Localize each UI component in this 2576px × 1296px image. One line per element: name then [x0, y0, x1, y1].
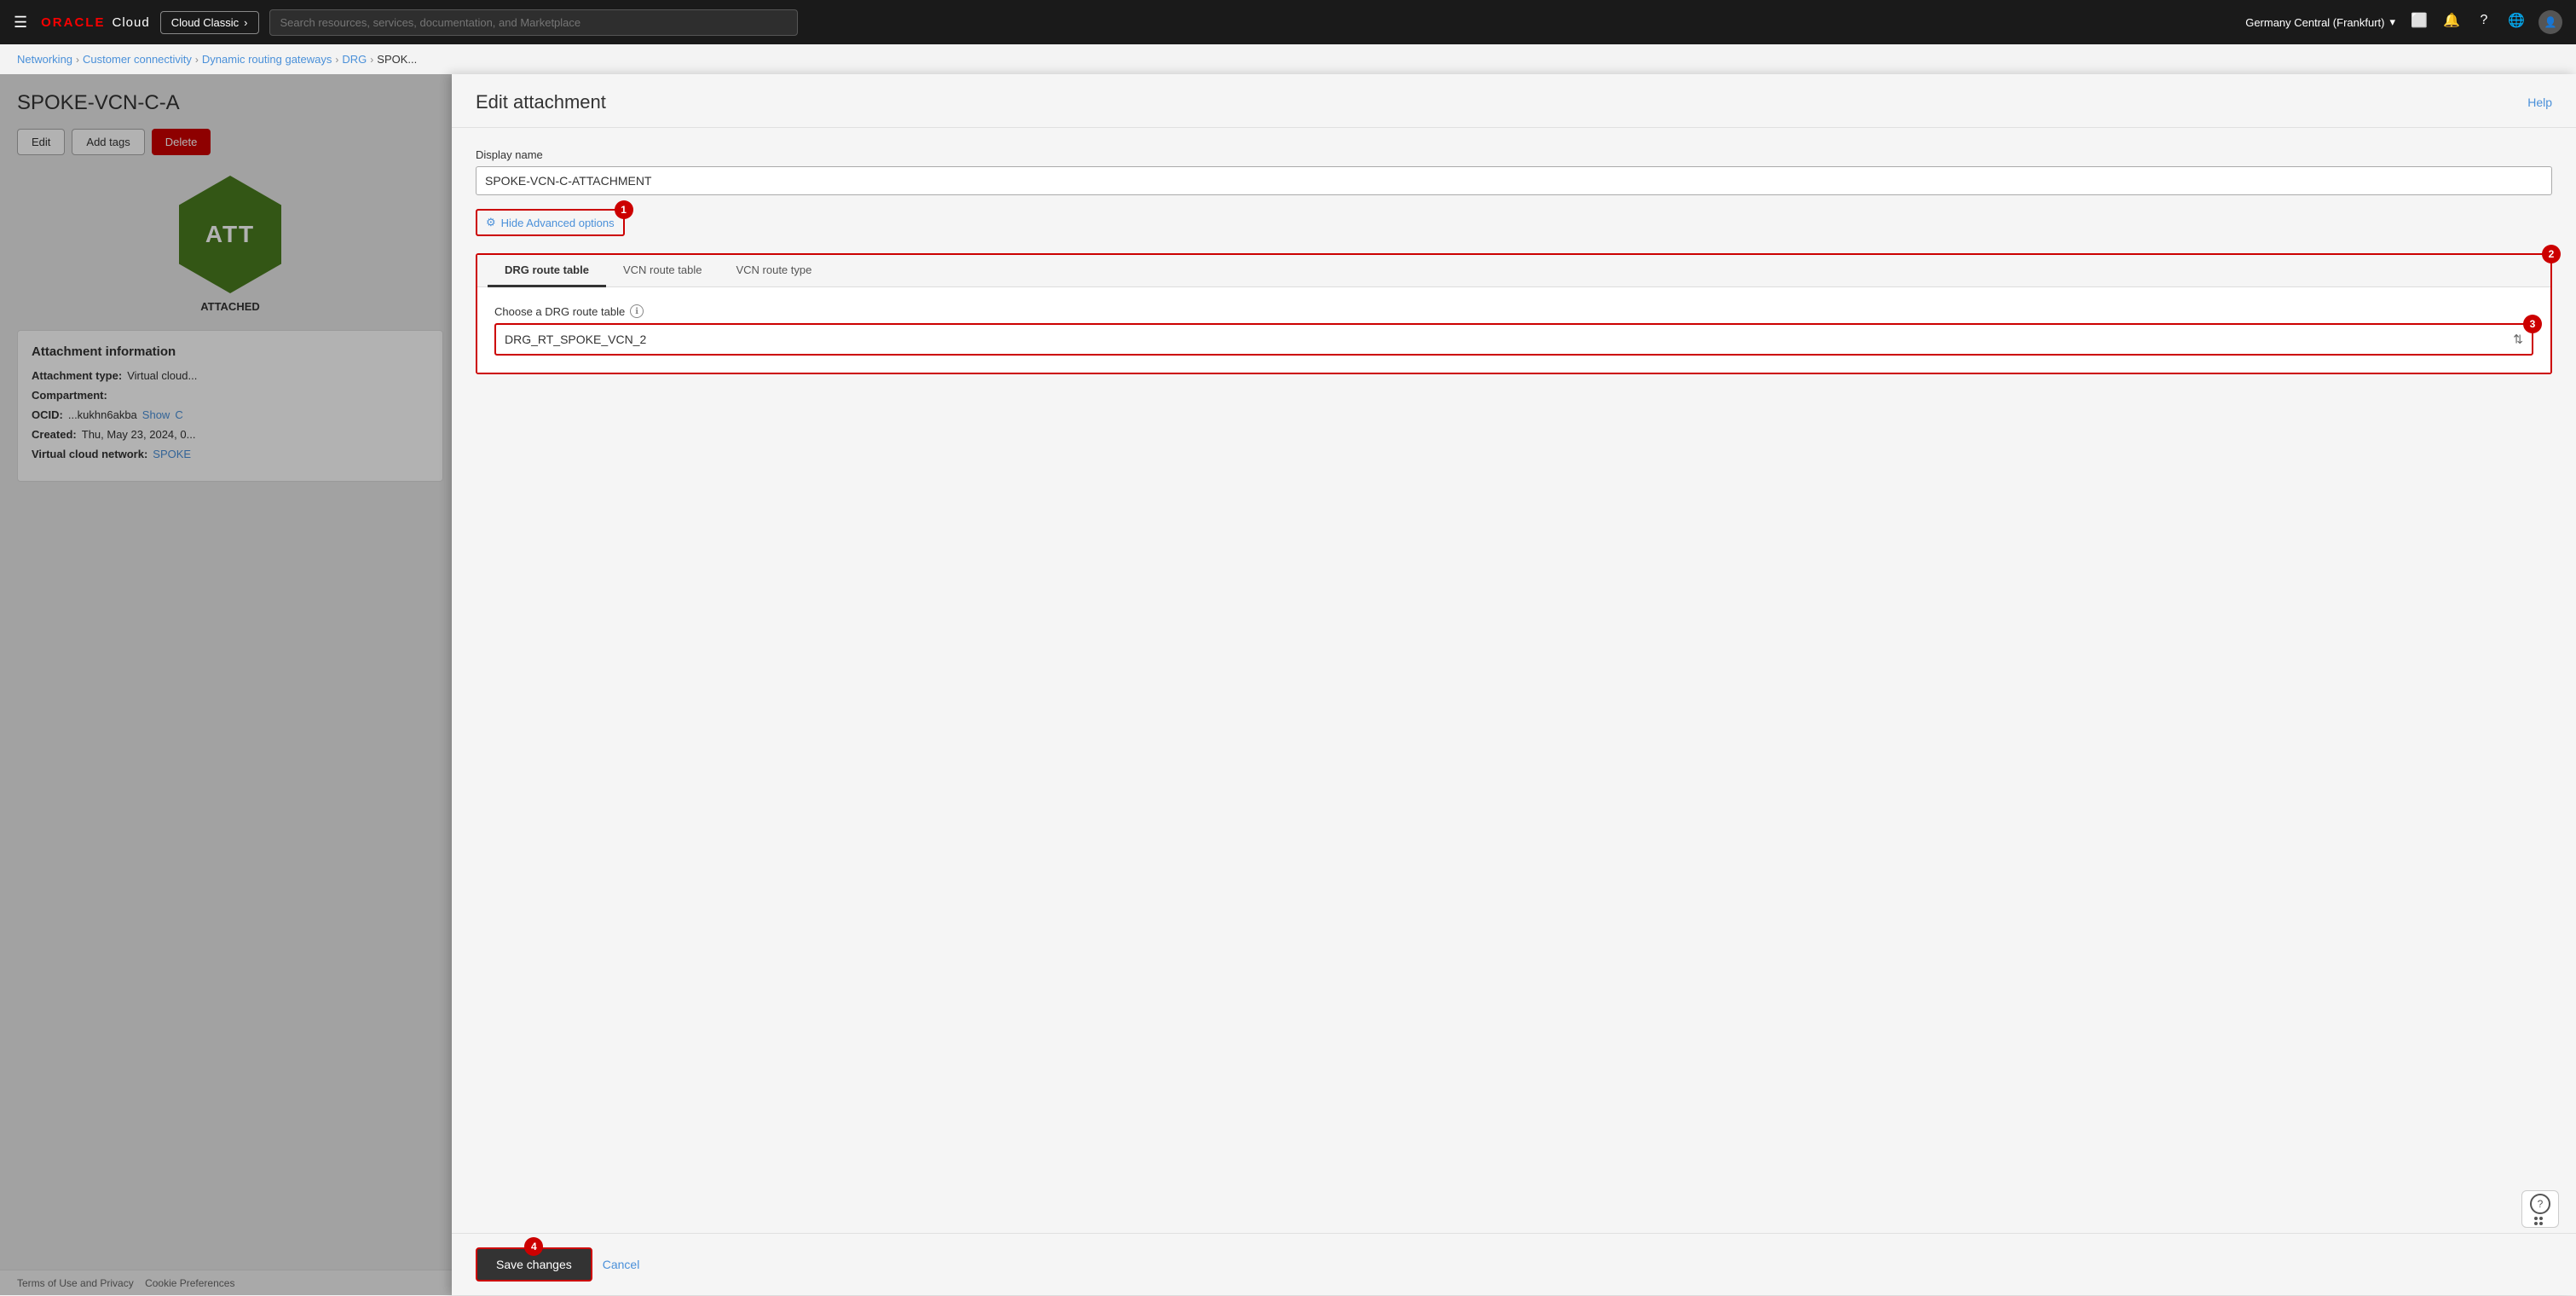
user-avatar[interactable]: 👤 — [2538, 10, 2562, 34]
breadcrumb-current: SPOK... — [377, 53, 417, 66]
panel-header: Edit attachment Help — [452, 74, 2576, 128]
help-dot-3 — [2534, 1222, 2538, 1225]
panel-title: Edit attachment — [476, 91, 606, 113]
help-widget[interactable]: ? — [2521, 1190, 2559, 1228]
tabs-header: DRG route table VCN route table VCN rout… — [477, 255, 2550, 287]
nav-right-area: Germany Central (Frankfurt) ▾ ⬜ 🔔 ? 🌐 👤 — [2245, 10, 2562, 34]
notification-bell-icon[interactable]: 🔔 — [2441, 10, 2462, 31]
help-dot-4 — [2539, 1222, 2543, 1225]
breadcrumb-sep-2: › — [195, 54, 199, 66]
top-navigation: ☰ ORACLE Cloud Cloud Classic › Germany C… — [0, 0, 2576, 44]
advanced-options-icon: ⚙ — [486, 216, 496, 229]
tab-drg-route-table[interactable]: DRG route table — [488, 255, 606, 287]
edit-attachment-panel: Edit attachment Help Display name ⚙ Hide… — [452, 74, 2576, 1295]
breadcrumb-drg[interactable]: DRG — [342, 53, 367, 66]
cloud-classic-button[interactable]: Cloud Classic › — [160, 11, 259, 34]
help-widget-circle: ? — [2530, 1194, 2550, 1214]
drg-route-table-select-wrapper: 3 DRG_RT_SPOKE_VCN_2 DRG_RT_SPOKE_VCN_1 … — [494, 323, 2533, 356]
breadcrumb-dynamic-routing-gateways[interactable]: Dynamic routing gateways — [202, 53, 332, 66]
drg-route-table-label: Choose a DRG route table ℹ — [494, 304, 2533, 318]
display-name-input[interactable] — [476, 166, 2552, 195]
display-name-label: Display name — [476, 148, 2552, 161]
help-widget-dots — [2534, 1217, 2546, 1225]
breadcrumb-customer-connectivity[interactable]: Customer connectivity — [83, 53, 192, 66]
annotation-badge-3: 3 — [2523, 315, 2542, 333]
tab-vcn-route-type[interactable]: VCN route type — [719, 255, 829, 287]
language-globe-icon[interactable]: 🌐 — [2506, 10, 2527, 31]
help-link[interactable]: Help — [2527, 95, 2552, 109]
breadcrumb-sep-1: › — [76, 54, 79, 66]
drg-route-table-select[interactable]: DRG_RT_SPOKE_VCN_2 DRG_RT_SPOKE_VCN_1 DR… — [496, 325, 2532, 354]
search-input[interactable] — [269, 9, 798, 36]
help-dot-1 — [2534, 1217, 2538, 1220]
region-selector[interactable]: Germany Central (Frankfurt) ▾ — [2245, 15, 2395, 29]
breadcrumb-sep-3: › — [335, 54, 338, 66]
help-question-icon[interactable]: ? — [2474, 10, 2494, 31]
panel-body: Display name ⚙ Hide Advanced options 1 2… — [452, 128, 2576, 1233]
drg-route-table-info-icon[interactable]: ℹ — [630, 304, 644, 318]
breadcrumb-sep-4: › — [370, 54, 373, 66]
annotation-badge-1: 1 — [615, 200, 633, 219]
help-dot-2 — [2539, 1217, 2543, 1220]
oracle-text: ORACLE — [41, 15, 105, 30]
annotation-badge-4: 4 — [524, 1237, 543, 1256]
hamburger-menu-icon[interactable]: ☰ — [14, 14, 27, 32]
advanced-options-label: Hide Advanced options — [501, 217, 615, 229]
breadcrumb-networking[interactable]: Networking — [17, 53, 72, 66]
save-button-wrapper: 4 Save changes — [476, 1247, 592, 1282]
annotation-badge-2: 2 — [2542, 245, 2561, 263]
route-tabs-area: 2 DRG route table VCN route table VCN ro… — [476, 253, 2552, 374]
oracle-logo: ORACLE Cloud — [41, 15, 150, 30]
cancel-button[interactable]: Cancel — [603, 1258, 640, 1271]
hide-advanced-options-link[interactable]: ⚙ Hide Advanced options 1 — [476, 209, 625, 236]
cloud-shell-icon[interactable]: ⬜ — [2409, 10, 2429, 31]
main-area: SPOKE-VCN-C-A Edit Add tags Delete ATT A… — [0, 74, 2576, 1295]
nav-icons-group: ⬜ 🔔 ? 🌐 👤 — [2409, 10, 2562, 34]
tab-vcn-route-table[interactable]: VCN route table — [606, 255, 719, 287]
cloud-text: Cloud — [112, 15, 149, 30]
panel-footer: 4 Save changes Cancel — [452, 1233, 2576, 1295]
breadcrumb: Networking › Customer connectivity › Dyn… — [0, 44, 2576, 74]
drg-route-table-content: Choose a DRG route table ℹ 3 DRG_RT_SPOK… — [477, 287, 2550, 373]
